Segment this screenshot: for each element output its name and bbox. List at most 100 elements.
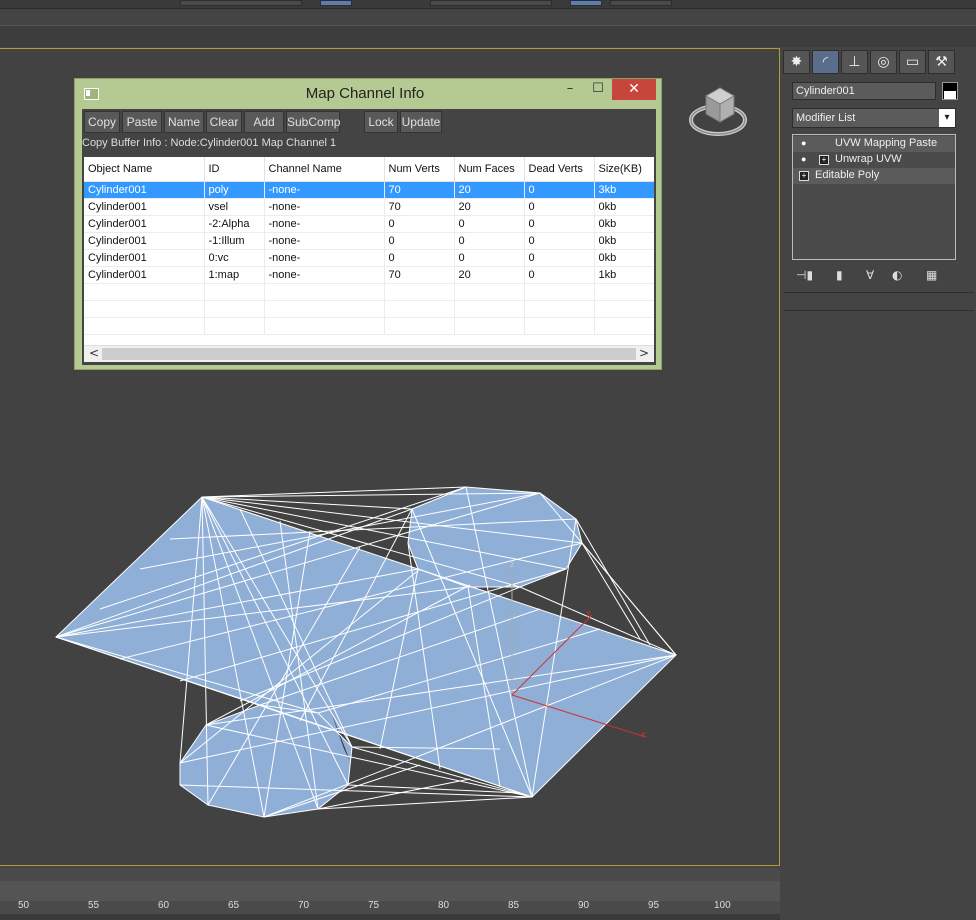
- gizmo-y-label: y: [586, 608, 591, 617]
- table-cell: 0: [454, 249, 525, 267]
- modifier-list-dropdown[interactable]: Modifier List ▾: [792, 108, 956, 128]
- modifier-stack[interactable]: ● UVW Mapping Paste ● + Unwrap UVW + Edi…: [792, 134, 956, 260]
- scrollbar-thumb[interactable]: [102, 348, 636, 360]
- mesh-plane[interactable]: [56, 497, 676, 797]
- table-cell: -none-: [264, 181, 385, 199]
- stack-item-editable-poly[interactable]: + Editable Poly: [793, 168, 955, 184]
- scroll-right-button[interactable]: >: [636, 346, 652, 362]
- configure-modifier-sets-icon[interactable]: ▦: [926, 268, 937, 282]
- timeline-tick-label: 55: [88, 900, 100, 911]
- object-color-swatch[interactable]: [942, 82, 958, 100]
- viewcube-icon[interactable]: [688, 82, 748, 142]
- dialog-titlebar[interactable]: Map Channel Info – ☐ ✕: [75, 79, 661, 107]
- table-row[interactable]: Cylinder001 0:vc -none- 0 0 0 0kb: [84, 249, 654, 267]
- make-unique-icon[interactable]: ∀: [866, 268, 874, 282]
- expand-plus-icon[interactable]: +: [819, 155, 829, 165]
- chevron-down-icon[interactable]: ▾: [939, 109, 955, 127]
- table-row[interactable]: Cylinder001 vsel -none- 70 20 0 0kb: [84, 198, 654, 216]
- column-header[interactable]: Dead Verts: [524, 157, 595, 182]
- object-name-field[interactable]: Cylinder001: [792, 82, 936, 100]
- clear-button[interactable]: Clear: [206, 111, 242, 133]
- horizontal-scrollbar[interactable]: < >: [84, 345, 654, 362]
- lock-button[interactable]: Lock: [364, 111, 398, 133]
- toolbar-field-active[interactable]: [570, 0, 602, 6]
- column-header[interactable]: Size(KB): [594, 157, 654, 182]
- table-cell: Cylinder001: [84, 232, 205, 250]
- stack-item-unwrap-uvw[interactable]: ● + Unwrap UVW: [793, 152, 955, 168]
- paste-button[interactable]: Paste: [122, 111, 162, 133]
- command-panel: ✸ ◜ ⊥ ◎ ▭ ⚒ Cylinder001 Modifier List ▾ …: [782, 48, 976, 920]
- remove-modifier-icon[interactable]: ◐: [892, 268, 902, 282]
- table-cell: 20: [454, 266, 525, 284]
- maximize-button[interactable]: ☐: [583, 79, 613, 100]
- channel-table[interactable]: Object Name ID Channel Name Num Verts Nu…: [84, 157, 654, 360]
- display-icon[interactable]: ▭: [899, 50, 926, 74]
- scroll-left-button[interactable]: <: [86, 346, 102, 362]
- table-row[interactable]: Cylinder001 1:map -none- 70 20 0 1kb: [84, 266, 654, 284]
- stack-item-uvw-mapping-paste[interactable]: ● UVW Mapping Paste: [793, 136, 955, 152]
- table-cell: -none-: [264, 249, 385, 267]
- column-header[interactable]: Channel Name: [264, 157, 385, 182]
- copy-button[interactable]: Copy: [84, 111, 120, 133]
- table-cell: 1kb: [594, 266, 654, 284]
- name-button[interactable]: Name: [164, 111, 204, 133]
- map-channel-info-dialog[interactable]: Map Channel Info – ☐ ✕ Copy Paste Name C…: [74, 78, 662, 370]
- toolbar-field[interactable]: [610, 0, 672, 6]
- column-header[interactable]: ID: [204, 157, 265, 182]
- table-cell: -none-: [264, 198, 385, 216]
- table-cell: 0: [524, 249, 595, 267]
- timeline-tick-label: 80: [438, 900, 450, 911]
- update-button[interactable]: Update: [400, 111, 442, 133]
- main-toolbar: [0, 0, 976, 47]
- column-header[interactable]: Num Faces: [454, 157, 525, 182]
- table-cell: vsel: [204, 198, 265, 216]
- window-icon[interactable]: [84, 88, 99, 100]
- table-cell: -none-: [264, 266, 385, 284]
- table-row[interactable]: Cylinder001 -2:Alpha -none- 0 0 0 0kb: [84, 215, 654, 233]
- timeline-ruler[interactable]: 50 55 60 65 70 75 80 85 90 95 100: [0, 868, 780, 920]
- table-header: Object Name ID Channel Name Num Verts Nu…: [84, 157, 654, 182]
- modify-icon[interactable]: ◜: [812, 50, 839, 74]
- table-cell: Cylinder001: [84, 198, 205, 216]
- column-header[interactable]: Num Verts: [384, 157, 455, 182]
- lightbulb-icon[interactable]: ●: [801, 154, 809, 164]
- table-cell: 0: [524, 198, 595, 216]
- track-bar[interactable]: [0, 881, 780, 901]
- column-header[interactable]: Object Name: [84, 157, 205, 182]
- table-cell: 70: [384, 181, 455, 199]
- table-cell: Cylinder001: [84, 249, 205, 267]
- toolbar-field[interactable]: [430, 0, 552, 6]
- table-cell: Cylinder001: [84, 266, 205, 284]
- table-row-empty: [84, 317, 654, 335]
- minimize-button[interactable]: –: [555, 79, 585, 100]
- timeline-tick-label: 90: [578, 900, 590, 911]
- toolbar-field[interactable]: [180, 0, 302, 6]
- motion-icon[interactable]: ◎: [870, 50, 897, 74]
- table-cell: Cylinder001: [84, 215, 205, 233]
- stack-item-label: Unwrap UVW: [835, 153, 902, 165]
- add-button[interactable]: Add: [244, 111, 284, 133]
- table-cell: 0: [524, 266, 595, 284]
- toolbar-field-active[interactable]: [320, 0, 352, 6]
- table-cell: 0: [524, 232, 595, 250]
- lightbulb-icon[interactable]: ●: [801, 138, 809, 148]
- table-row[interactable]: Cylinder001 -1:Illum -none- 0 0 0 0kb: [84, 232, 654, 250]
- dialog-title: Map Channel Info: [305, 85, 425, 102]
- timeline-tick-label: 75: [368, 900, 380, 911]
- close-button[interactable]: ✕: [612, 79, 656, 100]
- table-cell: -none-: [264, 232, 385, 250]
- timeline-tick-label: 65: [228, 900, 240, 911]
- hierarchy-icon[interactable]: ⊥: [841, 50, 868, 74]
- expand-plus-icon[interactable]: +: [799, 171, 809, 181]
- table-cell: poly: [204, 181, 265, 199]
- table-cell: 0: [384, 232, 455, 250]
- utilities-icon[interactable]: ⚒: [928, 50, 955, 74]
- create-icon[interactable]: ✸: [783, 50, 810, 74]
- table-row[interactable]: Cylinder001 poly -none- 70 20 0 3kb: [84, 181, 654, 199]
- show-end-result-icon[interactable]: ▮: [836, 268, 843, 282]
- subcomp-button[interactable]: SubComp: [286, 111, 340, 133]
- pin-stack-icon[interactable]: ⊣▮: [796, 268, 813, 282]
- copy-buffer-info: Copy Buffer Info : Node:Cylinder001 Map …: [82, 137, 337, 149]
- table-cell: 0: [384, 249, 455, 267]
- divider: [784, 310, 974, 311]
